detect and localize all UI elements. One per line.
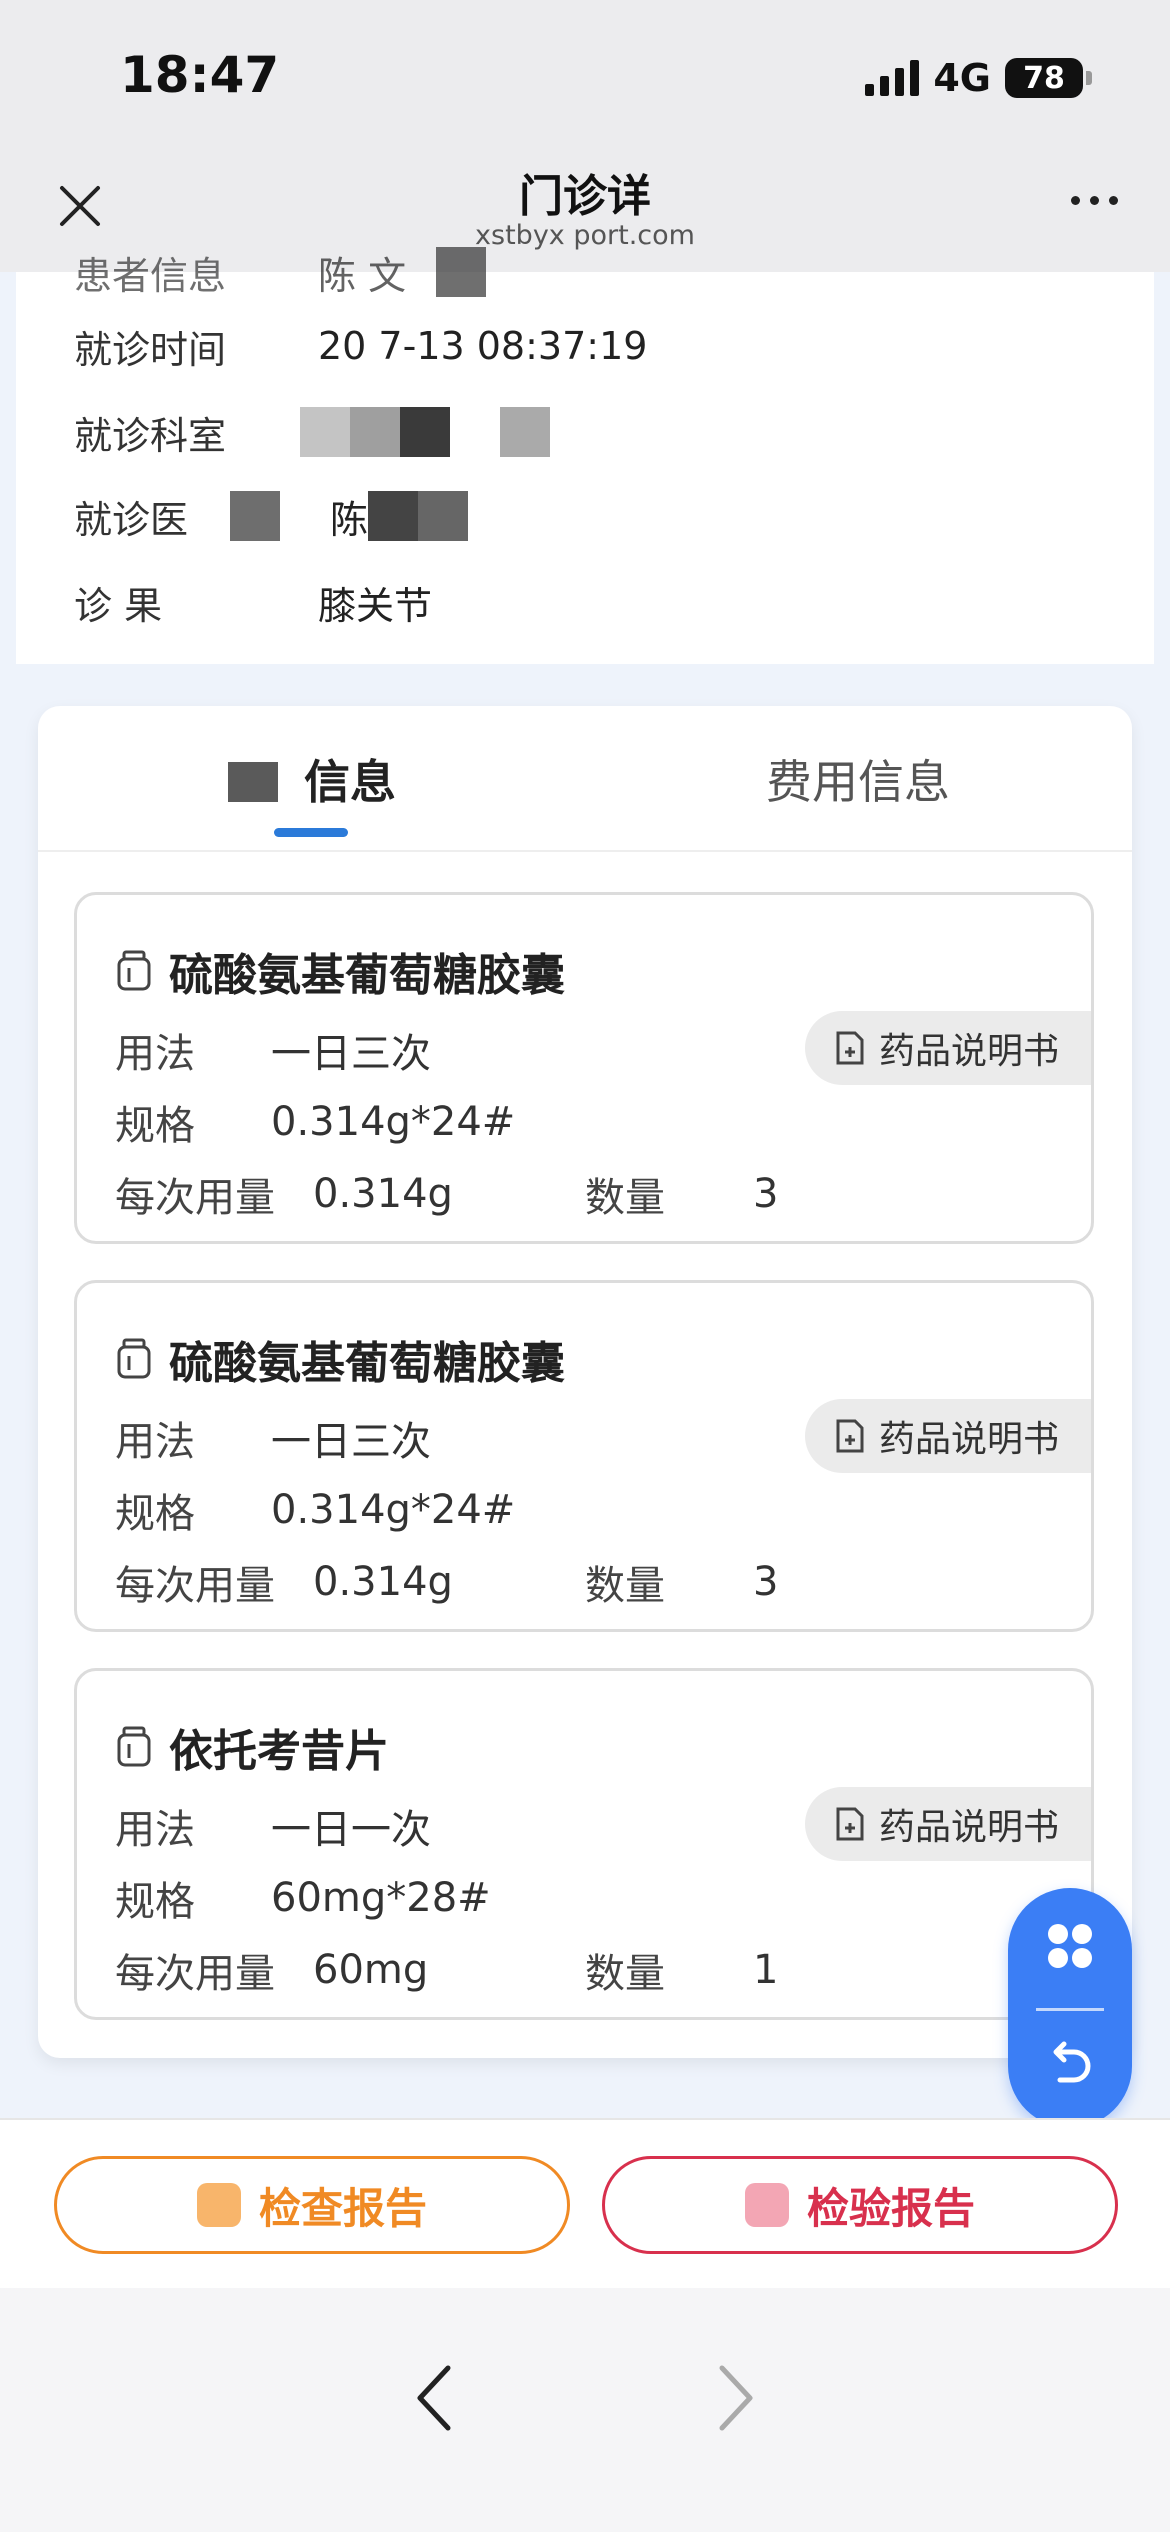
battery-icon: 78	[1005, 58, 1092, 98]
floating-action-menu	[1008, 1888, 1132, 2128]
drug-manual-button[interactable]: 药品说明书	[805, 1787, 1091, 1861]
active-tab-indicator	[274, 828, 348, 837]
medicine-bottle-icon	[117, 1338, 151, 1379]
drug-name: 依托考昔片	[169, 1726, 389, 1777]
medicine-bottle-icon	[117, 1726, 151, 1767]
drug-spec: 规格 0.314g*24#	[115, 1099, 516, 1149]
drug-manual-button[interactable]: 药品说明书	[805, 1399, 1091, 1473]
privacy-mosaic	[228, 762, 278, 802]
drug-dose: 每次用量 0.314g 数量 3	[115, 1171, 779, 1221]
exam-report-icon	[196, 2183, 241, 2227]
report-actions: 检查报告 检验报告	[0, 2118, 1170, 2288]
prescription-panel: 信息 费用信息 硫酸氨基葡萄糖胶囊 药品说明书 用法 一日三次 规格 0.314…	[38, 706, 1132, 2058]
exam-report-button[interactable]: 检查报告	[54, 2156, 570, 2254]
top-bar: 18:47 4G 78 门诊详 xstbyx port.com	[0, 0, 1170, 272]
drug-dose: 每次用量 60mg 数量 1	[115, 1947, 779, 1997]
status-icons: 4G 78	[865, 56, 1092, 100]
privacy-mosaic	[436, 247, 487, 297]
info-row-doctor: 就诊医 陈	[74, 486, 469, 546]
status-time: 18:47	[120, 46, 280, 104]
drug-title: 硫酸氨基葡萄糖胶囊	[115, 939, 565, 1003]
drug-card: 硫酸氨基葡萄糖胶囊 药品说明书 用法 一日三次 规格 0.314g*24# 每次…	[74, 892, 1094, 1244]
more-icon[interactable]	[1071, 196, 1118, 205]
drug-card: 依托考昔片 药品说明书 用法 一日一次 规格 60mg*28# 每次用量 60m…	[74, 1668, 1094, 2020]
info-row-visit-time: 就诊时间 20 7-13 08:37:19	[74, 324, 648, 372]
drug-card: 硫酸氨基葡萄糖胶囊 药品说明书 用法 一日三次 规格 0.314g*24# 每次…	[74, 1280, 1094, 1632]
info-row-diagnosis: 诊 果 膝关节	[74, 583, 433, 628]
return-icon[interactable]	[1044, 2038, 1096, 2090]
drug-name: 硫酸氨基葡萄糖胶囊	[169, 950, 565, 1001]
tab-prescription-info[interactable]: 信息	[112, 746, 512, 812]
info-row-department: 就诊科室	[74, 402, 550, 462]
visit-info-card: 患者信息 陈 文 就诊时间 20 7-13 08:37:19 就诊科室 就诊医 …	[16, 247, 1154, 664]
forward-icon[interactable]	[706, 2358, 766, 2438]
drug-spec: 规格 60mg*28#	[115, 1875, 491, 1925]
tab-bar: 信息 费用信息	[38, 706, 1132, 852]
page-title: 门诊详	[519, 171, 651, 222]
drug-spec: 规格 0.314g*24#	[115, 1487, 516, 1537]
drug-dose: 每次用量 0.314g 数量 3	[115, 1559, 779, 1609]
info-row-patient: 患者信息 陈 文	[74, 242, 487, 302]
privacy-mosaic	[300, 407, 350, 457]
lab-report-button[interactable]: 检验报告	[602, 2156, 1118, 2254]
drug-name: 硫酸氨基葡萄糖胶囊	[169, 1338, 565, 1389]
medicine-bottle-icon	[117, 950, 151, 991]
drug-title: 硫酸氨基葡萄糖胶囊	[115, 1327, 565, 1391]
tab-fee-info[interactable]: 费用信息	[658, 746, 1058, 812]
document-icon	[836, 1807, 864, 1841]
drug-manual-button[interactable]: 药品说明书	[805, 1011, 1091, 1085]
document-icon	[836, 1031, 864, 1065]
network-type: 4G	[933, 56, 991, 100]
document-icon	[836, 1419, 864, 1453]
back-icon[interactable]	[404, 2358, 464, 2438]
lab-report-icon	[744, 2183, 789, 2227]
grid-icon[interactable]	[1044, 1920, 1096, 1972]
browser-toolbar	[0, 2288, 1170, 2532]
privacy-mosaic	[230, 491, 280, 541]
signal-icon	[865, 60, 920, 96]
drug-usage: 用法 一日一次	[115, 1807, 431, 1853]
battery-level: 78	[1005, 58, 1083, 98]
drug-title: 依托考昔片	[115, 1715, 389, 1779]
drug-usage: 用法 一日三次	[115, 1031, 431, 1077]
drug-usage: 用法 一日三次	[115, 1419, 431, 1465]
